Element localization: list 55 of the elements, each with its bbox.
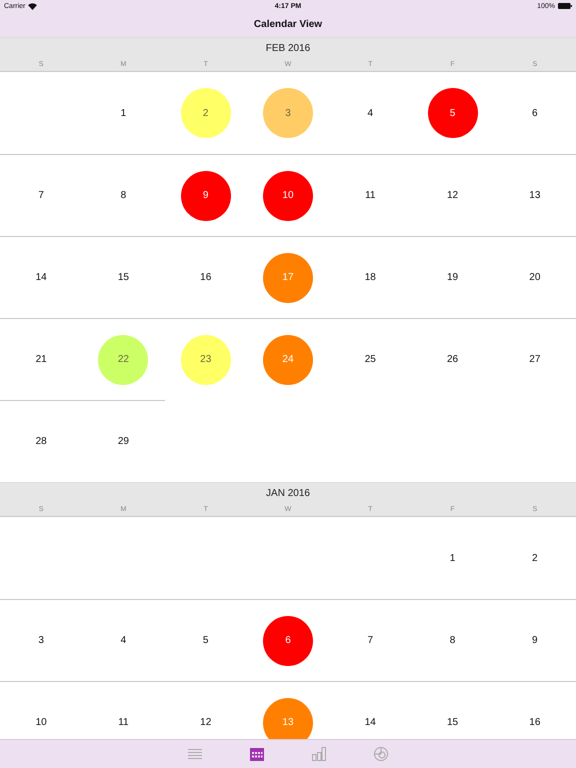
day-number[interactable]: 1	[450, 552, 456, 564]
day-number[interactable]: 5	[202, 635, 208, 646]
day-number[interactable]: 2	[532, 552, 538, 564]
day-number[interactable]: 20	[529, 272, 540, 283]
bar-chart-icon	[312, 747, 326, 761]
day-number[interactable]: 11	[365, 190, 376, 201]
highlighted-day[interactable]: 22	[98, 334, 148, 384]
day-number[interactable]: 11	[118, 717, 129, 728]
day-number[interactable]: 1	[120, 108, 126, 118]
day-number[interactable]: 7	[38, 190, 44, 201]
day-number[interactable]: 3	[38, 635, 44, 646]
day-number[interactable]: 7	[367, 635, 374, 646]
day-number[interactable]: 18	[364, 272, 376, 283]
chart-tab[interactable]	[310, 745, 328, 763]
month-title: JAN 2016	[266, 488, 310, 498]
day-number[interactable]: 14	[36, 272, 47, 283]
day-number[interactable]: 14	[364, 717, 376, 728]
day-number[interactable]: 13	[529, 190, 540, 201]
highlighted-day[interactable]: 23	[180, 334, 231, 384]
day-number[interactable]: 10	[36, 717, 47, 728]
wifi-icon	[28, 2, 38, 10]
day-number[interactable]: 12	[446, 190, 458, 201]
day-number[interactable]: 16	[200, 272, 212, 283]
day-number[interactable]: 19	[446, 272, 458, 283]
day-number[interactable]: 21	[36, 354, 47, 365]
day-number[interactable]: 12	[200, 717, 212, 728]
day-number[interactable]: 6	[532, 108, 538, 118]
day-number[interactable]: 4	[367, 108, 374, 118]
screen-title: Calendar View	[254, 19, 322, 30]
battery-icon	[558, 3, 572, 9]
day-number[interactable]: 27	[529, 354, 540, 365]
highlighted-day[interactable]: 9	[180, 170, 231, 220]
highlighted-day[interactable]: 2	[180, 88, 231, 138]
disc-icon	[374, 747, 388, 761]
day-number[interactable]: 16	[529, 717, 540, 728]
highlighted-day[interactable]: 3	[262, 88, 313, 138]
day-number[interactable]: 29	[118, 436, 129, 447]
day-number[interactable]: 4	[120, 635, 126, 646]
disc-tab[interactable]	[372, 745, 390, 763]
list-icon	[188, 748, 202, 760]
calendar-icon	[250, 747, 264, 761]
day-number[interactable]: 28	[36, 436, 47, 447]
day-number[interactable]: 15	[118, 272, 129, 283]
day-number[interactable]: 15	[446, 717, 458, 728]
day-number[interactable]: 8	[120, 190, 126, 201]
list-tab[interactable]	[186, 746, 204, 762]
highlighted-day[interactable]: 6	[262, 616, 313, 666]
highlighted-day[interactable]: 10	[262, 170, 313, 220]
month-title: FEB 2016	[266, 42, 310, 54]
day-number[interactable]: 8	[450, 635, 456, 646]
day-number[interactable]: 26	[446, 354, 458, 365]
highlighted-day[interactable]: 5	[428, 88, 478, 138]
day-number[interactable]: 25	[364, 354, 376, 365]
calendar-tab[interactable]	[248, 745, 266, 763]
day-number[interactable]: 9	[532, 635, 538, 646]
